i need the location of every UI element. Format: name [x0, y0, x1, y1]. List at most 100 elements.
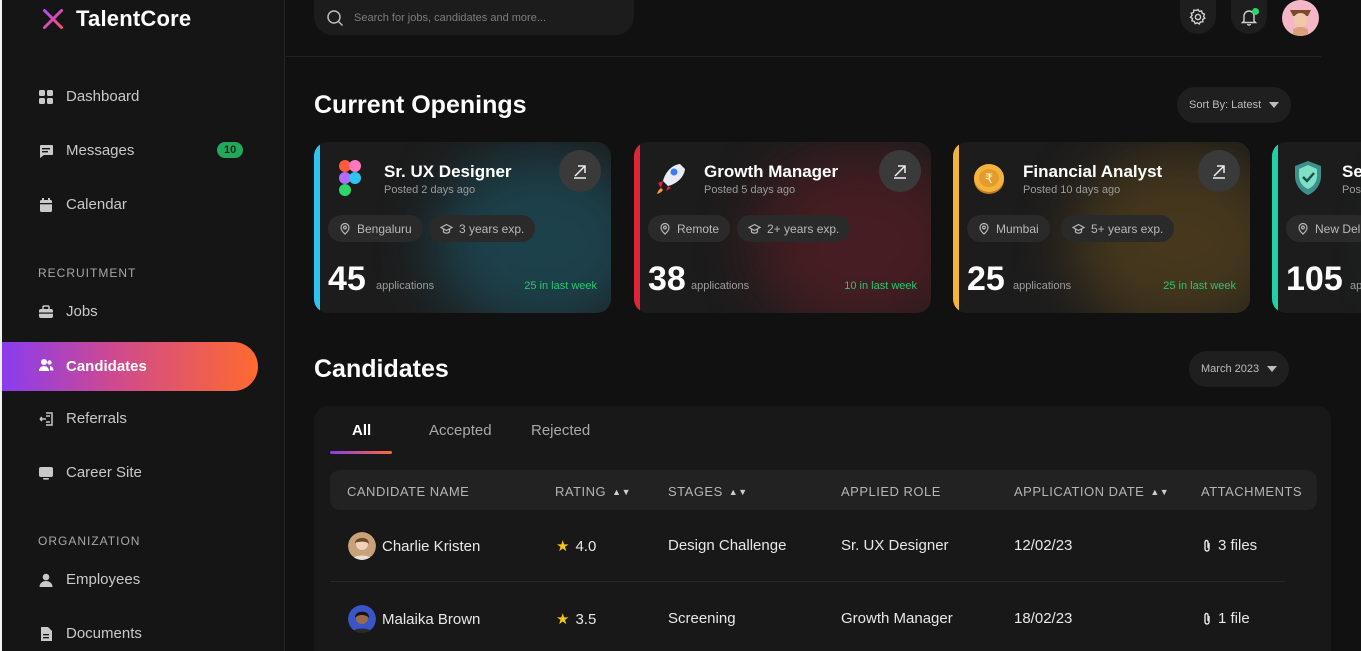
job-posted: Posted 2 days ago	[384, 184, 476, 196]
arrow-up-right-icon	[1213, 165, 1225, 179]
sidebar-item-career-site[interactable]: Career Site	[38, 464, 142, 481]
job-title: Se	[1342, 162, 1361, 181]
job-card[interactable]: Sr. UX Designer Posted 2 days ago Bengal…	[314, 142, 611, 313]
job-card[interactable]: Se Post New Del 105 ap	[1272, 142, 1361, 313]
star-icon: ★	[556, 538, 570, 555]
map-pin-icon	[979, 222, 989, 235]
app-name: TalentCore	[76, 6, 192, 31]
paperclip-icon	[1204, 612, 1210, 625]
sidebar-item-documents[interactable]: Documents	[38, 625, 142, 642]
candidate-name-cell: Malaika Brown	[348, 605, 480, 633]
stage-cell: Design Challenge	[668, 537, 787, 554]
unread-badge: 10	[217, 142, 244, 158]
experience-chip: 5+ years exp.	[1061, 215, 1175, 242]
sidebar-item-calendar[interactable]: Calendar	[38, 196, 127, 213]
search-input[interactable]	[354, 11, 614, 24]
attachments-cell[interactable]: 1 file	[1202, 610, 1250, 627]
settings-button[interactable]	[1180, 0, 1216, 34]
column-header-date[interactable]: APPLICATION DATE ▲▼	[1014, 484, 1169, 499]
logo[interactable]: TalentCore	[38, 4, 191, 34]
experience-chip: 2+ years exp.	[737, 215, 851, 242]
sidebar-item-candidates[interactable]: Candidates	[2, 342, 258, 391]
chat-icon	[38, 143, 54, 159]
map-pin-icon	[660, 222, 670, 235]
sidebar-item-label: Career Site	[66, 464, 142, 481]
page-title-candidates: Candidates	[314, 355, 449, 383]
month-dropdown[interactable]: March 2023	[1189, 351, 1290, 387]
open-job-button[interactable]	[559, 150, 601, 192]
column-header-role: APPLIED ROLE	[841, 484, 941, 499]
job-card[interactable]: ₹ Financial Analyst Posted 10 days ago M…	[953, 142, 1250, 313]
page-title-openings: Current Openings	[314, 91, 527, 119]
sidebar-item-dashboard[interactable]: Dashboard	[38, 88, 139, 105]
chevron-down-icon	[1267, 366, 1278, 372]
applications-label: applications	[691, 280, 750, 292]
sidebar-item-label: Messages	[66, 142, 135, 159]
sidebar-item-jobs[interactable]: Jobs	[38, 303, 98, 320]
application-count: 105	[1286, 260, 1343, 298]
job-title: Sr. UX Designer	[384, 162, 512, 181]
graduation-cap-icon	[1072, 223, 1085, 234]
briefcase-icon	[38, 304, 54, 320]
sidebar-item-label: Jobs	[66, 303, 98, 320]
search-bar[interactable]	[314, 0, 634, 35]
arrow-up-right-icon	[894, 165, 906, 179]
sort-icon: ▲▼	[728, 486, 748, 497]
figma-icon	[339, 160, 361, 196]
tab-all[interactable]: All	[352, 422, 371, 439]
referral-icon	[38, 411, 54, 427]
user-avatar[interactable]	[1282, 0, 1319, 36]
date-cell: 12/02/23	[1014, 537, 1073, 554]
application-count: 38	[648, 260, 686, 298]
calendar-icon	[38, 197, 54, 213]
map-pin-icon	[340, 222, 350, 235]
shield-icon	[1295, 161, 1321, 195]
sparkle-logo-icon	[39, 5, 67, 33]
tab-accepted[interactable]: Accepted	[429, 422, 492, 439]
arrow-up-right-icon	[574, 165, 586, 179]
job-posted: Post	[1342, 184, 1361, 196]
active-tab-indicator	[330, 451, 392, 454]
chevron-down-icon	[1269, 102, 1280, 108]
tab-rejected[interactable]: Rejected	[531, 422, 590, 439]
notifications-button[interactable]	[1231, 0, 1267, 34]
candidate-avatar	[348, 605, 376, 633]
sidebar-item-referrals[interactable]: Referrals	[38, 410, 127, 427]
role-cell: Growth Manager	[841, 610, 953, 627]
users-icon	[38, 357, 54, 377]
job-posted: Posted 10 days ago	[1023, 184, 1121, 196]
sort-dropdown[interactable]: Sort By: Latest	[1177, 87, 1292, 123]
paperclip-icon	[1204, 539, 1210, 552]
location-chip: Remote	[648, 215, 731, 242]
sidebar-item-label: Dashboard	[66, 88, 140, 105]
job-card[interactable]: Growth Manager Posted 5 days ago Remote …	[634, 142, 931, 313]
column-header-stages[interactable]: STAGES ▲▼	[668, 484, 748, 499]
sidebar-item-label: Calendar	[66, 196, 127, 213]
attachments-cell[interactable]: 3 files	[1202, 537, 1257, 554]
applications-label: applications	[376, 280, 435, 292]
notification-dot	[1252, 8, 1259, 15]
rocket-icon	[657, 164, 685, 194]
open-job-button[interactable]	[1198, 150, 1240, 192]
open-job-button[interactable]	[879, 150, 921, 192]
sidebar-item-messages[interactable]: Messages 10	[38, 142, 248, 159]
role-cell: Sr. UX Designer	[841, 537, 949, 554]
star-icon: ★	[556, 611, 570, 628]
table-row[interactable]: Malaika Brown ★ 3.5 Screening Growth Mana…	[330, 583, 1285, 651]
table-row[interactable]: Charlie Kristen ★ 4.0 Design Challenge Sr…	[330, 510, 1285, 582]
column-header-attachments: ATTACHMENTS	[1201, 484, 1303, 499]
card-accent	[314, 142, 320, 313]
sidebar-item-employees[interactable]: Employees	[38, 571, 140, 588]
search-icon	[327, 9, 344, 26]
coin-icon: ₹	[974, 164, 1004, 194]
sort-icon: ▲▼	[612, 486, 631, 497]
location-chip: Mumbai	[967, 215, 1050, 242]
application-count: 25	[967, 260, 1005, 298]
column-header-name: CANDIDATE NAME	[347, 484, 470, 499]
card-accent	[953, 142, 959, 313]
job-title: Growth Manager	[704, 162, 839, 181]
sort-label: Sort By: Latest	[1189, 99, 1262, 111]
column-header-rating[interactable]: RATING ▲▼	[555, 484, 631, 499]
location-chip: Bengaluru	[328, 215, 423, 242]
candidate-avatar	[348, 532, 376, 560]
